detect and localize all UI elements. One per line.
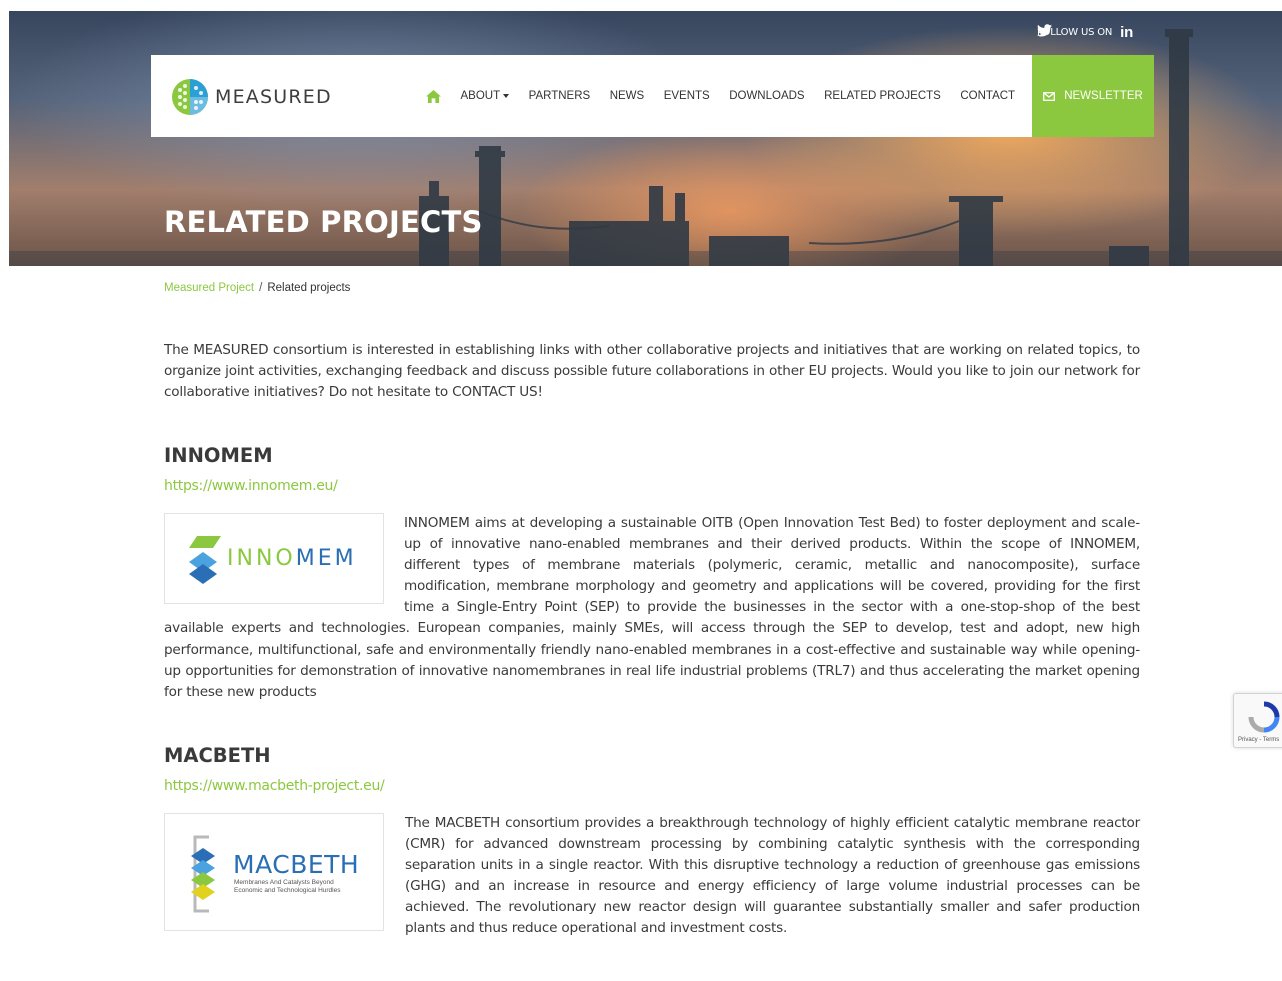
nav-related-projects[interactable]: RELATED PROJECTS [824,90,941,102]
linkedin-icon[interactable]: in [1120,24,1133,41]
nav-partners[interactable]: PARTNERS [529,90,591,102]
nav-home[interactable] [426,89,441,103]
main-navbar: MEASURED ABOUT PARTNERS NEWS EVENTS DOWN… [151,55,1154,137]
nav-events[interactable]: EVENTS [664,90,710,102]
site-logo[interactable]: MEASURED [171,78,332,116]
macbeth-logo-text: MACBETH [233,850,360,879]
measured-logo-icon [172,79,208,115]
nav-menu: ABOUT PARTNERS NEWS EVENTS DOWNLOADS REL… [426,55,1066,137]
twitter-icon[interactable] [1037,24,1052,37]
project-link-macbeth[interactable]: https://www.macbeth-project.eu/ [164,778,385,794]
project-link-innomem[interactable]: https://www.innomem.eu/ [164,478,338,494]
macbeth-logo-sub2: Economic and Technological Hurdles [234,887,341,894]
logo-float-spacer [164,513,404,609]
recaptcha-icon [1248,701,1280,733]
macbeth-logo-sub1: Membranes And Catalysts Beyond [234,879,334,886]
recaptcha-label: Privacy - Terms [1238,737,1280,743]
project-title-macbeth: MACBETH [164,744,271,767]
nav-contact[interactable]: CONTACT [960,90,1015,102]
breadcrumb-separator: / [259,282,263,294]
nav-about-label: ABOUT [460,90,501,102]
intro-paragraph: The MEASURED consortium is interested in… [164,342,1140,400]
project-description-innomem: INNOMEM aims at developing a sustainable… [164,513,1140,703]
hero-banner: FOLLOW US ON in RELATED PROJECTS [9,11,1282,266]
breadcrumb-current: Related projects [267,282,351,294]
project-title-innomem: INNOMEM [164,444,273,467]
recaptcha-badge[interactable]: Privacy - Terms [1233,693,1282,748]
breadcrumb-home-link[interactable]: Measured Project [164,282,254,294]
page-title: RELATED PROJECTS [164,205,483,239]
caret-down-icon [503,94,510,98]
nav-about[interactable]: ABOUT [461,90,510,102]
newsletter-label: NEWSLETTER [1064,90,1143,102]
nav-downloads[interactable]: DOWNLOADS [729,90,804,102]
macbeth-logo-icon [191,835,215,913]
home-icon [426,89,441,103]
breadcrumb: Measured Project / Related projects [164,282,350,294]
envelope-icon [1043,91,1056,101]
project-description-macbeth: The MACBETH consortium provides a breakt… [405,815,1140,937]
macbeth-logo[interactable]: MACBETH Membranes And Catalysts Beyond E… [164,813,384,931]
logo-text: MEASURED [215,86,332,108]
follow-us: FOLLOW US ON in [1037,24,1133,41]
nav-news[interactable]: NEWS [610,90,645,102]
newsletter-button[interactable]: NEWSLETTER [1032,55,1154,137]
